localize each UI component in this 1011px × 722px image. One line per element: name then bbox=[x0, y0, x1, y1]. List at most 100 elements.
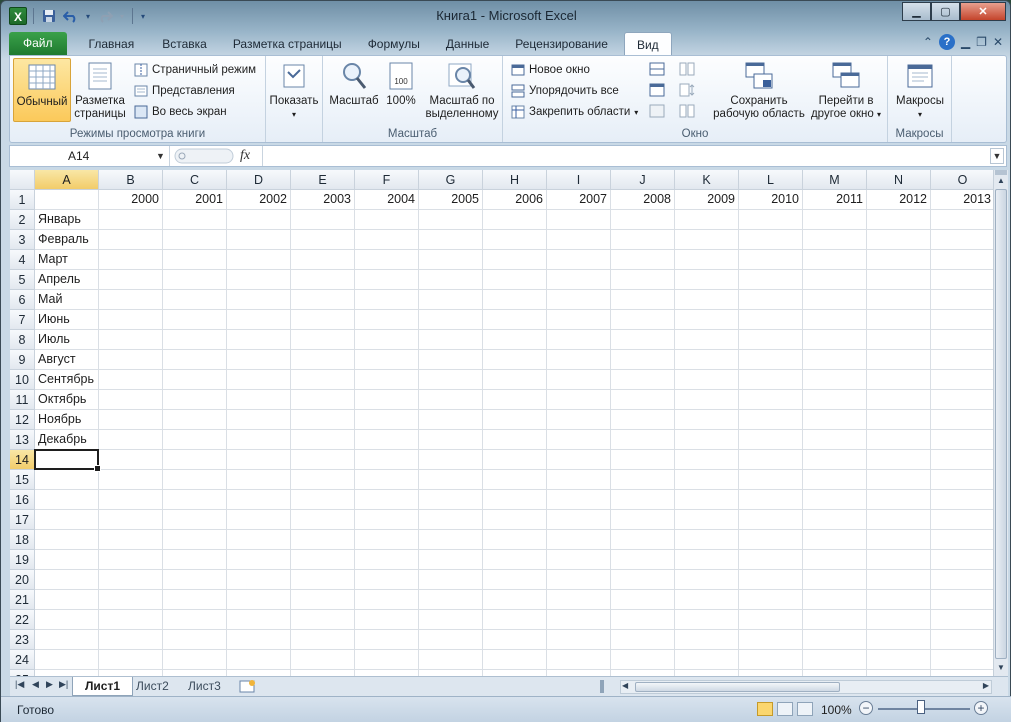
cell[interactable] bbox=[227, 350, 291, 370]
cell[interactable] bbox=[867, 610, 931, 630]
cell[interactable] bbox=[739, 490, 803, 510]
cell[interactable] bbox=[35, 610, 99, 630]
cell[interactable] bbox=[867, 430, 931, 450]
split-icon[interactable] bbox=[649, 62, 665, 76]
cell[interactable] bbox=[803, 490, 867, 510]
cell[interactable] bbox=[931, 630, 993, 650]
tab-review[interactable]: Рецензирование bbox=[505, 32, 618, 55]
month-cell[interactable]: Июль bbox=[35, 330, 99, 350]
cell[interactable] bbox=[483, 270, 547, 290]
cell[interactable] bbox=[99, 430, 163, 450]
cell[interactable] bbox=[291, 270, 355, 290]
cell[interactable] bbox=[483, 390, 547, 410]
row-header-1[interactable]: 1 bbox=[10, 190, 35, 210]
horizontal-scroll-thumb[interactable] bbox=[635, 682, 840, 692]
cell[interactable] bbox=[227, 330, 291, 350]
cell[interactable] bbox=[163, 390, 227, 410]
cell[interactable] bbox=[803, 470, 867, 490]
cell[interactable] bbox=[163, 430, 227, 450]
cell[interactable] bbox=[611, 590, 675, 610]
cell[interactable] bbox=[739, 250, 803, 270]
column-header-j[interactable]: J bbox=[611, 170, 675, 190]
cell[interactable] bbox=[675, 270, 739, 290]
cell[interactable] bbox=[931, 310, 993, 330]
cell[interactable] bbox=[611, 330, 675, 350]
zoom-in-icon[interactable]: + bbox=[974, 701, 988, 715]
cell[interactable] bbox=[675, 570, 739, 590]
cell[interactable] bbox=[419, 510, 483, 530]
cell[interactable] bbox=[163, 210, 227, 230]
cell[interactable] bbox=[291, 370, 355, 390]
cell[interactable] bbox=[291, 410, 355, 430]
expand-formula-bar-icon[interactable]: ▼ bbox=[990, 148, 1004, 164]
cell[interactable] bbox=[547, 570, 611, 590]
cell[interactable] bbox=[227, 230, 291, 250]
cell[interactable] bbox=[739, 330, 803, 350]
scroll-left-icon[interactable]: ◀ bbox=[622, 681, 628, 690]
column-header-d[interactable]: D bbox=[227, 170, 291, 190]
cell[interactable] bbox=[483, 550, 547, 570]
new-window-button[interactable]: Новое окно bbox=[511, 61, 590, 79]
cell[interactable] bbox=[99, 270, 163, 290]
cell[interactable] bbox=[483, 490, 547, 510]
cell[interactable] bbox=[355, 470, 419, 490]
insert-sheet-icon[interactable] bbox=[236, 679, 258, 693]
cell[interactable] bbox=[867, 310, 931, 330]
next-sheet-icon[interactable]: ▶ bbox=[46, 679, 53, 690]
cell[interactable] bbox=[227, 250, 291, 270]
cell[interactable] bbox=[99, 230, 163, 250]
cell[interactable] bbox=[611, 430, 675, 450]
cell[interactable] bbox=[355, 330, 419, 350]
cell[interactable] bbox=[611, 470, 675, 490]
cell[interactable] bbox=[867, 210, 931, 230]
cell[interactable] bbox=[547, 210, 611, 230]
cell[interactable] bbox=[35, 650, 99, 670]
year-cell[interactable]: 2010 bbox=[739, 190, 803, 210]
tab-view[interactable]: Вид bbox=[623, 32, 672, 55]
cell[interactable] bbox=[803, 310, 867, 330]
cell[interactable] bbox=[227, 290, 291, 310]
cell[interactable] bbox=[739, 230, 803, 250]
cell[interactable] bbox=[867, 230, 931, 250]
cell[interactable] bbox=[483, 470, 547, 490]
column-header-f[interactable]: F bbox=[355, 170, 419, 190]
cell[interactable] bbox=[867, 570, 931, 590]
cell[interactable] bbox=[867, 490, 931, 510]
cell[interactable] bbox=[483, 450, 547, 470]
name-box-dropdown-icon[interactable]: ▼ bbox=[156, 146, 165, 166]
cell[interactable] bbox=[675, 610, 739, 630]
cell[interactable] bbox=[803, 590, 867, 610]
cell[interactable] bbox=[547, 430, 611, 450]
split-box-icon[interactable] bbox=[995, 170, 1007, 175]
cell[interactable] bbox=[611, 210, 675, 230]
cell[interactable] bbox=[227, 270, 291, 290]
month-cell[interactable]: Май bbox=[35, 290, 99, 310]
cell[interactable] bbox=[163, 310, 227, 330]
month-cell[interactable]: Октябрь bbox=[35, 390, 99, 410]
cell[interactable] bbox=[419, 450, 483, 470]
cell[interactable] bbox=[291, 510, 355, 530]
cell[interactable] bbox=[163, 350, 227, 370]
cell[interactable] bbox=[739, 350, 803, 370]
cell[interactable] bbox=[547, 350, 611, 370]
cell[interactable] bbox=[739, 410, 803, 430]
cell[interactable] bbox=[35, 190, 99, 210]
cell[interactable] bbox=[547, 410, 611, 430]
cell[interactable] bbox=[867, 650, 931, 670]
cell[interactable] bbox=[675, 550, 739, 570]
row-header-20[interactable]: 20 bbox=[10, 570, 35, 590]
cell[interactable] bbox=[227, 630, 291, 650]
cell[interactable] bbox=[419, 570, 483, 590]
cell[interactable] bbox=[547, 590, 611, 610]
cell[interactable] bbox=[99, 470, 163, 490]
cell[interactable] bbox=[675, 310, 739, 330]
column-header-e[interactable]: E bbox=[291, 170, 355, 190]
cell[interactable] bbox=[483, 610, 547, 630]
cell[interactable] bbox=[611, 390, 675, 410]
cell[interactable] bbox=[419, 550, 483, 570]
row-header-22[interactable]: 22 bbox=[10, 610, 35, 630]
cell[interactable] bbox=[931, 330, 993, 350]
cell[interactable] bbox=[483, 330, 547, 350]
cell[interactable] bbox=[931, 410, 993, 430]
cell[interactable] bbox=[227, 650, 291, 670]
